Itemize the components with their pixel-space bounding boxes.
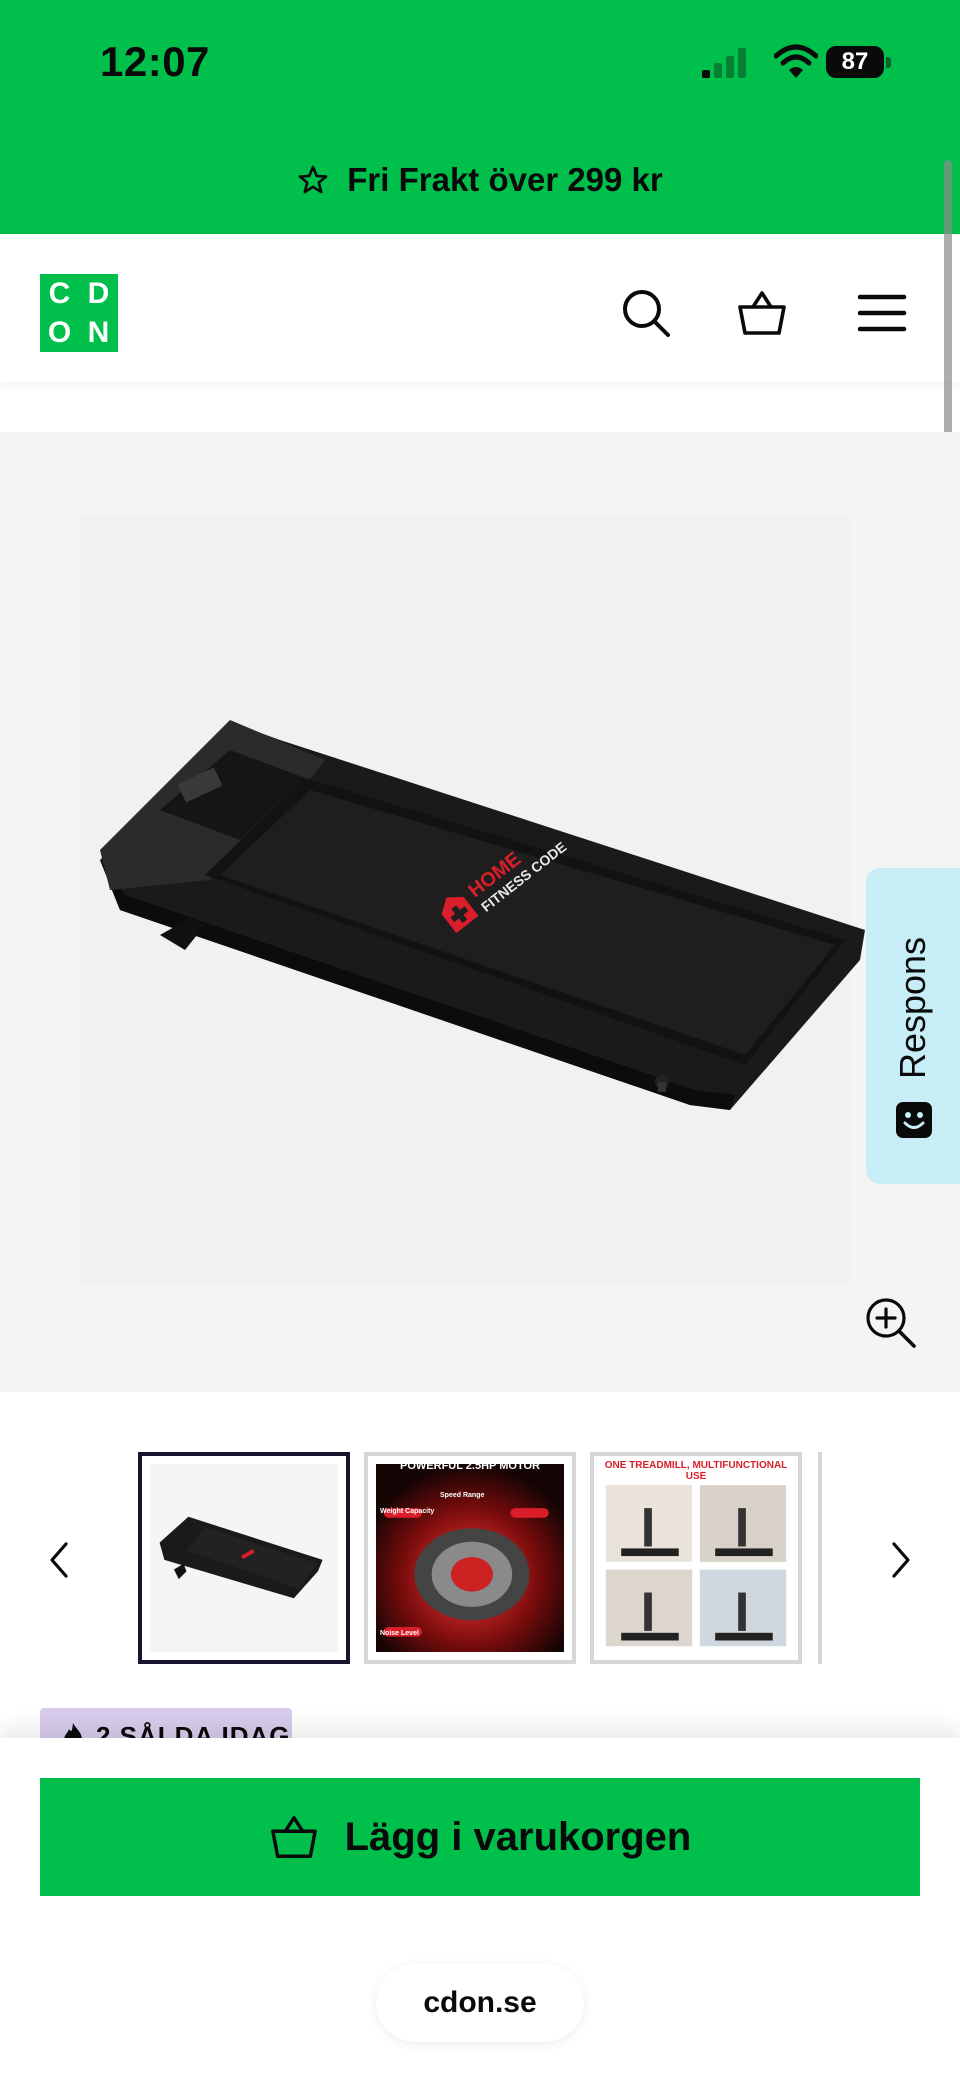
wifi-icon [774, 44, 818, 78]
cdon-logo[interactable]: C D O N [40, 274, 118, 352]
logo-letter: N [87, 315, 110, 349]
add-to-cart-button[interactable]: Lägg i varukorgen [40, 1778, 920, 1896]
logo-letter: D [87, 276, 110, 310]
search-icon[interactable] [620, 287, 672, 339]
status-time: 12:07 [100, 38, 210, 85]
add-to-cart-label: Lägg i varukorgen [344, 1814, 692, 1859]
thumbnail-usage-grid[interactable]: ONE TREADMILL, MULTIFUNCTIONAL USE [590, 1452, 802, 1664]
chevron-left-icon[interactable] [40, 1536, 80, 1584]
basket-icon[interactable] [736, 287, 788, 339]
treadmill-thumbnail-image [150, 1464, 338, 1652]
thumbnail-caption: Noise Level [380, 1630, 419, 1637]
chevron-right-icon[interactable] [880, 1536, 920, 1584]
thumbnail-treadmill[interactable] [138, 1452, 350, 1664]
feedback-label: Respons [892, 936, 933, 1080]
site-header [0, 234, 960, 382]
thumbnail-caption: Speed Range [440, 1492, 485, 1499]
smiley-icon [896, 1102, 932, 1138]
logo-letter: O [47, 315, 72, 349]
thumbnail-motor[interactable]: POWERFUL 2.5HP MOTOR Speed Range Weight … [364, 1452, 576, 1664]
browser-address-bar[interactable]: cdon.se [376, 1964, 584, 2042]
battery-level: 87 [841, 48, 869, 75]
promo-text: Fri Frakt över 299 kr [347, 161, 663, 198]
thumbnail-next-peek [818, 1452, 822, 1664]
usage-grid-thumbnail-image [602, 1464, 790, 1652]
cellular-signal-icon [702, 48, 746, 78]
zoom-in-icon[interactable] [864, 1296, 918, 1350]
free-shipping-banner[interactable]: Fri Frakt över 299 kr [0, 150, 960, 210]
url-text: cdon.se [423, 1986, 537, 2019]
hamburger-menu-icon[interactable] [856, 287, 908, 339]
thumbnail-title: POWERFUL 2.5HP MOTOR [400, 1460, 540, 1472]
thumbnail-caption: Weight Capacity [380, 1508, 435, 1515]
battery-indicator: 87 [826, 46, 894, 80]
logo-letter: C [48, 276, 71, 310]
basket-icon [270, 1816, 317, 1858]
treadmill-image: HOME FITNESS CODE [100, 720, 865, 1110]
feedback-tab[interactable]: Respons [866, 868, 960, 1184]
thumbnail-title: ONE TREADMILL, MULTIFUNCTIONAL USE [604, 1460, 788, 1482]
star-icon [298, 165, 328, 194]
